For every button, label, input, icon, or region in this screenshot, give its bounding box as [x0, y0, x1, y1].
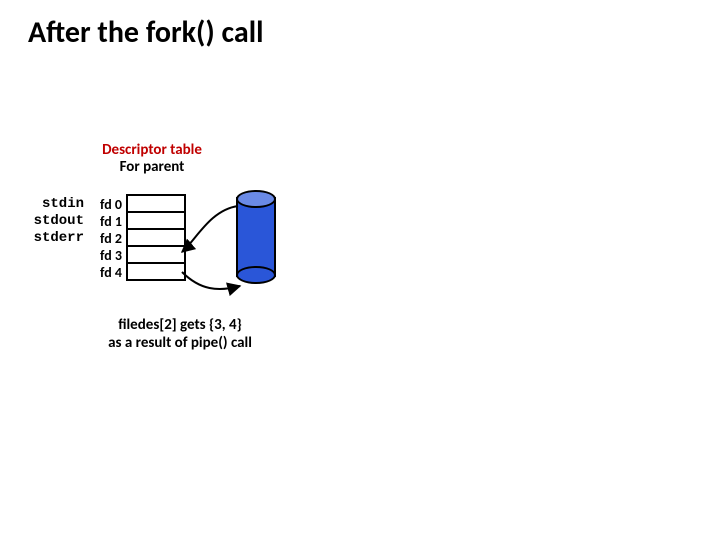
cylinder-top [236, 190, 276, 208]
label-fd2: fd 2 [90, 230, 122, 247]
label-stdin: stdin [28, 196, 84, 213]
descriptor-table-title: Descriptor table [102, 141, 202, 159]
stream-labels: stdin stdout stderr [28, 196, 84, 247]
fd-numbers: fd 0 fd 1 fd 2 fd 3 fd 4 [90, 196, 122, 281]
caption-line-1: filedes[2] gets {3, 4} [118, 316, 242, 334]
descriptor-table-subtitle: For parent [120, 158, 185, 176]
label-fd0: fd 0 [90, 196, 122, 213]
fd-cell-2 [128, 230, 184, 247]
fd-cell-3 [128, 247, 184, 264]
label-fd1: fd 1 [90, 213, 122, 230]
arrow-fd3-read [182, 206, 238, 252]
label-fd3: fd 3 [90, 247, 122, 264]
descriptor-table [126, 194, 186, 281]
caption-line-2: as a result of pipe() call [108, 334, 252, 352]
slide-title: After the fork() call [28, 14, 263, 51]
fd-cell-4 [128, 264, 184, 281]
pipe-caption: filedes[2] gets {3, 4} as a result of pi… [80, 316, 280, 352]
cylinder-bottom [236, 266, 276, 284]
fd-cell-0 [128, 196, 184, 213]
arrow-fd4-write [182, 272, 240, 289]
label-stderr: stderr [28, 230, 84, 247]
cylinder-body [236, 197, 276, 277]
descriptor-table-heading: Descriptor table For parent [82, 142, 222, 177]
label-stdout: stdout [28, 213, 84, 230]
label-fd4: fd 4 [90, 264, 122, 281]
fd-cell-1 [128, 213, 184, 230]
pipe-buffer-cylinder [236, 190, 276, 284]
